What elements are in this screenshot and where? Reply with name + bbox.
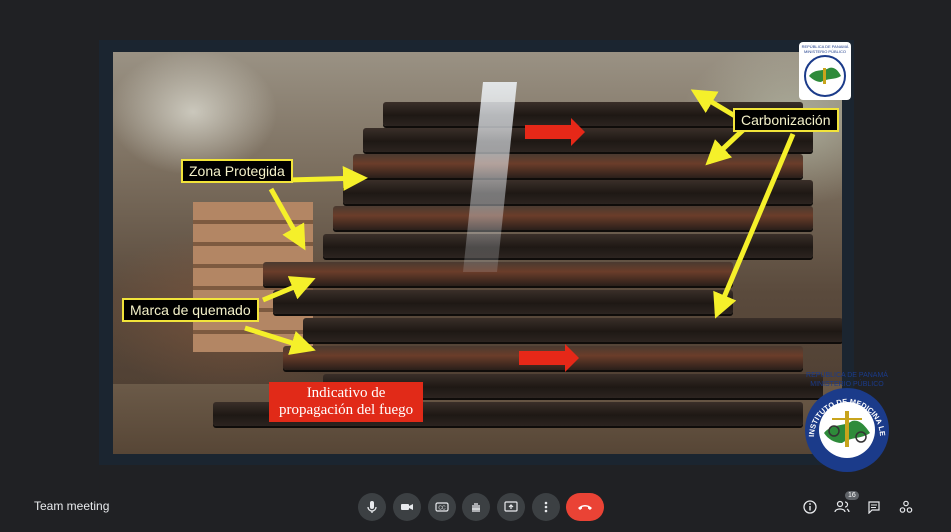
arrow-zona-1	[287, 166, 368, 192]
camera-button[interactable]	[393, 493, 421, 521]
raise-hand-button[interactable]	[462, 493, 490, 521]
people-icon	[834, 500, 850, 513]
camera-icon	[401, 504, 413, 510]
activities-icon	[899, 500, 913, 513]
mic-button[interactable]	[358, 493, 386, 521]
present-screen-icon	[504, 501, 518, 512]
info-icon	[803, 500, 817, 514]
arrow-carb-1	[690, 89, 737, 119]
arrow-carb-3	[713, 133, 796, 319]
label-propagacion-line2: propagación del fuego	[279, 402, 414, 418]
imelcf-logo: REPÚBLICA DE PANAMÁ MINISTERIO PÚBLICO I…	[796, 367, 898, 487]
meeting-name: Team meeting	[34, 499, 110, 513]
svg-text:INSTITUTO DE MEDICINA LEGAL Y: INSTITUTO DE MEDICINA LEGAL Y CIENCIAS F…	[796, 367, 887, 437]
label-propagacion: Indicativo de propagación del fuego	[269, 382, 424, 422]
red-arrow-bottom	[519, 344, 579, 372]
red-arrow-top	[525, 118, 585, 146]
arrow-carb-2	[705, 128, 745, 166]
more-options-button[interactable]	[532, 493, 560, 521]
label-carbonizacion: Carbonización	[733, 108, 839, 132]
microphone-icon	[367, 501, 377, 513]
shared-screen: Zona Protegida Carbonización Marca de qu…	[99, 40, 854, 465]
small-logo-text: REPÚBLICA DE PANAMÁ MINISTERIO PÚBLICO	[801, 44, 849, 54]
present-button[interactable]	[497, 493, 525, 521]
more-options-icon	[544, 501, 548, 513]
captions-icon: CC	[435, 502, 449, 512]
meeting-info-button[interactable]	[799, 496, 821, 518]
chat-icon	[868, 501, 880, 514]
label-zona-protegida: Zona Protegida	[181, 159, 293, 183]
captions-button[interactable]: CC	[428, 493, 456, 521]
arrow-zona-2	[268, 187, 306, 251]
imelcf-ring-text: INSTITUTO DE MEDICINA LEGAL Y CIENCIAS F…	[796, 367, 887, 437]
label-propagacion-line1: Indicativo de	[306, 385, 386, 401]
leave-call-button[interactable]	[566, 493, 604, 521]
label-marca-quemado: Marca de quemado	[122, 298, 259, 322]
end-call-icon	[578, 505, 592, 510]
ring-text: INSTITUTO DE MEDICINA LEGAL Y CIENCIAS F…	[796, 367, 887, 437]
ministerio-publico-logo: REPÚBLICA DE PANAMÁ MINISTERIO PÚBLICO	[799, 42, 851, 100]
arrow-marca-1	[262, 276, 316, 303]
svg-text:CC: CC	[438, 506, 446, 512]
activities-button[interactable]	[895, 496, 917, 518]
hand-icon	[472, 503, 480, 512]
arrow-marca-2	[244, 325, 316, 355]
slide-photo: Zona Protegida Carbonización Marca de qu…	[113, 52, 842, 454]
chat-button[interactable]	[863, 496, 885, 518]
participant-count-badge: 16	[845, 491, 859, 500]
